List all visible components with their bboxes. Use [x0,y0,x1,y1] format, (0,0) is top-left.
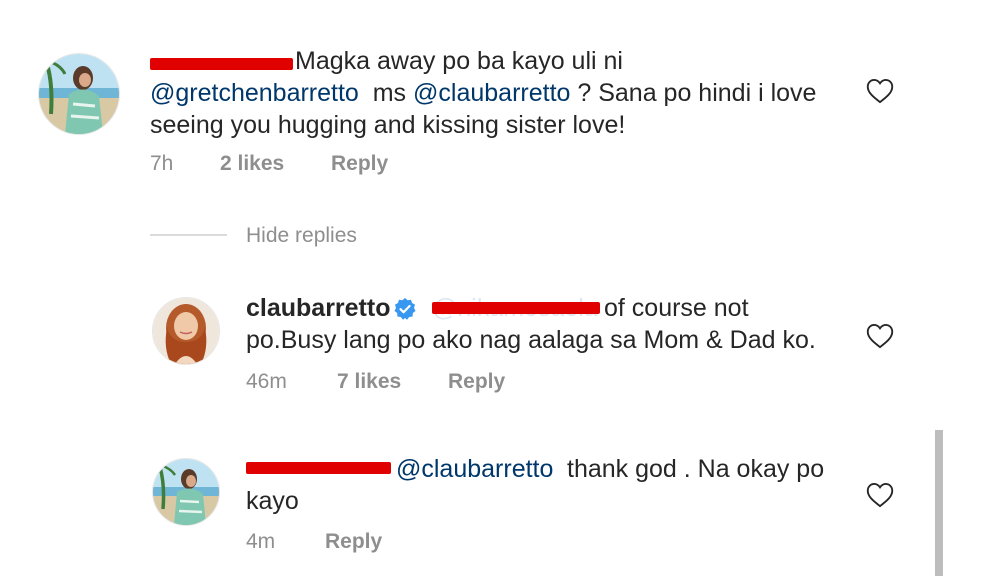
comment-time: 7h [150,152,174,175]
reply-text-line: po.Busy lang po ako nag aalaga sa Mom & … [246,326,816,354]
heart-icon[interactable] [866,78,894,104]
heart-icon[interactable] [866,323,894,349]
heart-icon[interactable] [866,482,894,508]
mention-link[interactable]: @gretchenbarretto [150,79,359,107]
comment-text-line: Magka away po ba kayo uli ni [295,47,623,75]
username-redacted[interactable] [246,462,391,474]
avatar[interactable] [38,53,120,135]
mention-redacted [432,302,600,314]
avatar[interactable] [152,297,220,365]
reply-text-line: of course not [604,294,749,322]
username[interactable]: claubarretto [246,292,390,324]
avatar[interactable] [152,458,220,526]
verified-badge-icon [393,297,417,321]
hide-replies-line [150,234,227,236]
hide-replies-button[interactable]: Hide replies [246,224,357,248]
reply-time: 4m [246,530,276,553]
reply-button[interactable]: Reply [325,530,382,554]
reply-button[interactable]: Reply [331,152,388,176]
scrollbar[interactable] [935,430,943,576]
comment-text-fragment: ms [372,79,407,107]
mention-link[interactable]: @claubarretto [396,453,553,485]
reply-text-line: thank god . Na okay po [567,455,825,483]
comment-text-fragment: ? Sana po hindi i love [577,79,817,107]
likes-count[interactable]: 2 likes [220,152,284,176]
comment-text-line2: @gretchenbarretto ms @claubarretto ? San… [150,77,816,109]
reply-button[interactable]: Reply [448,370,505,394]
comment-text-fragment: seeing you hugging and kissing sister lo… [150,111,626,139]
likes-count[interactable]: 7 likes [337,370,401,394]
comment-text: Magka away po ba kayo uli ni [295,45,623,77]
reply-time: 46m [246,370,287,393]
reply-text-line: kayo [246,487,299,515]
mention-link[interactable]: @claubarretto [413,79,570,107]
comment-text-line3: seeing you hugging and kissing sister lo… [150,109,625,141]
username-redacted[interactable] [150,58,293,70]
